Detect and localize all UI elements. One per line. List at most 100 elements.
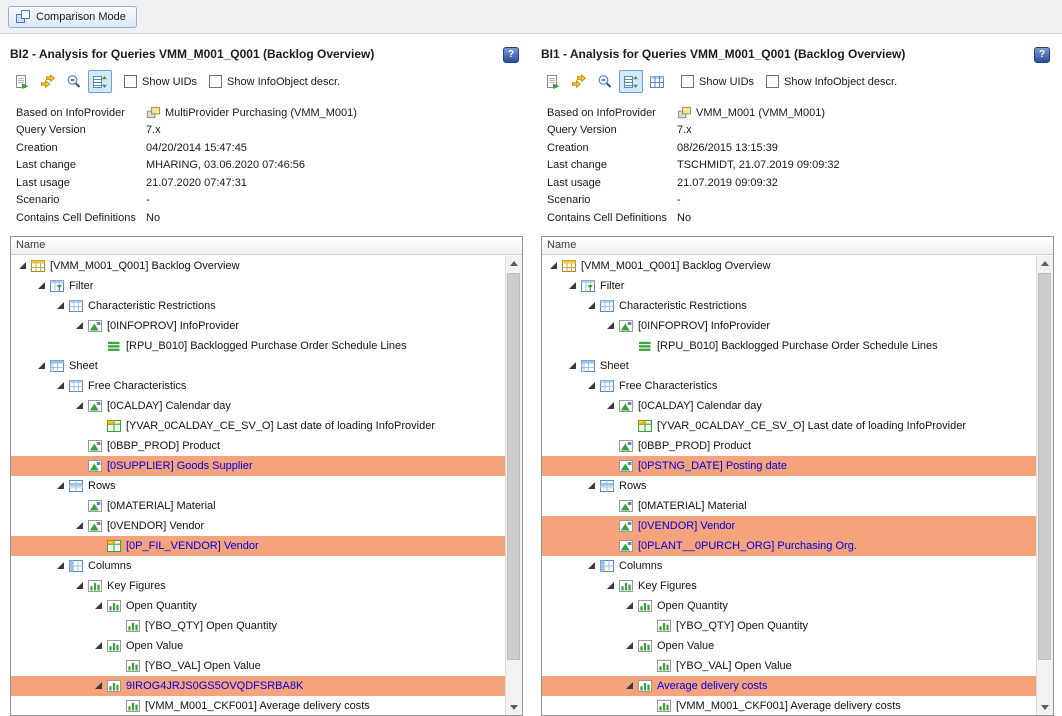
expand-collapse-icon[interactable] [54, 481, 67, 490]
tree-column-header[interactable]: Name [542, 237, 1053, 255]
expand-collapse-icon[interactable] [585, 301, 598, 310]
show-uids-checkbox[interactable]: Show UIDs [681, 75, 754, 88]
tree-item[interactable]: [VMM_M001_CKF001] Average delivery costs [11, 696, 505, 716]
show-infoobject-descr-checkbox[interactable]: Show InfoObject descr. [766, 75, 897, 88]
expand-subtree-icon[interactable] [619, 70, 643, 93]
tree-item[interactable]: [0PLANT__0PURCH_ORG] Purchasing Org. [542, 536, 1036, 556]
tree-item[interactable]: [YVAR_0CALDAY_CE_SV_O] Last date of load… [11, 416, 505, 436]
tree-item[interactable]: [0BBP_PROD] Product [11, 436, 505, 456]
tree-item[interactable]: Open Quantity [11, 596, 505, 616]
vertical-scrollbar[interactable] [1036, 256, 1053, 716]
tree-item[interactable]: [0MATERIAL] Material [542, 496, 1036, 516]
tree-item[interactable]: Average delivery costs [542, 676, 1036, 696]
expand-collapse-icon[interactable] [73, 581, 86, 590]
grid-display-icon[interactable] [645, 70, 669, 93]
tree-item[interactable]: [0SUPPLIER] Goods Supplier [11, 456, 505, 476]
expand-collapse-icon[interactable] [547, 261, 560, 270]
scroll-down-button[interactable] [506, 699, 522, 715]
tree-item[interactable]: Free Characteristics [11, 376, 505, 396]
expand-collapse-icon[interactable] [623, 681, 636, 690]
tree-item[interactable]: Sheet [542, 356, 1036, 376]
tree-column-header[interactable]: Name [11, 237, 522, 255]
checkbox-box[interactable] [124, 75, 137, 88]
zoom-out-icon[interactable] [62, 70, 86, 93]
tree-item[interactable]: [RPU_B010] Backlogged Purchase Order Sch… [542, 336, 1036, 356]
tree-item[interactable]: [YVAR_0CALDAY_CE_SV_O] Last date of load… [542, 416, 1036, 436]
expand-collapse-icon[interactable] [585, 381, 598, 390]
expand-collapse-icon[interactable] [73, 521, 86, 530]
checkbox-box[interactable] [681, 75, 694, 88]
tree-item[interactable]: [0INFOPROV] InfoProvider [542, 316, 1036, 336]
tree-item[interactable]: [YBO_VAL] Open Value [542, 656, 1036, 676]
tree-item[interactable]: [VMM_M001_Q001] Backlog Overview [11, 256, 505, 276]
expand-collapse-icon[interactable] [604, 321, 617, 330]
tree-item[interactable]: Key Figures [11, 576, 505, 596]
help-button[interactable]: ? [503, 47, 519, 63]
expand-collapse-icon[interactable] [54, 561, 67, 570]
tree-item[interactable]: Characteristic Restrictions [11, 296, 505, 316]
open-query-icon[interactable] [541, 70, 565, 93]
expand-collapse-icon[interactable] [54, 381, 67, 390]
tree-item[interactable]: [0MATERIAL] Material [11, 496, 505, 516]
expand-collapse-icon[interactable] [585, 561, 598, 570]
scrollbar-thumb[interactable] [1038, 273, 1051, 661]
tree-item[interactable]: [0CALDAY] Calendar day [542, 396, 1036, 416]
tree-item[interactable]: Open Value [11, 636, 505, 656]
tree-item[interactable]: [0VENDOR] Vendor [11, 516, 505, 536]
tree-item[interactable]: Key Figures [542, 576, 1036, 596]
tree-item[interactable]: Rows [11, 476, 505, 496]
tree-item[interactable]: Open Value [542, 636, 1036, 656]
checkbox-box[interactable] [209, 75, 222, 88]
tree-item[interactable]: Sheet [11, 356, 505, 376]
scrollbar-thumb[interactable] [507, 273, 520, 661]
tree-item[interactable]: [0INFOPROV] InfoProvider [11, 316, 505, 336]
scroll-down-button[interactable] [1037, 699, 1053, 715]
expand-collapse-icon[interactable] [623, 601, 636, 610]
comparison-mode-button[interactable]: Comparison Mode [8, 6, 137, 28]
tree-item[interactable]: Rows [542, 476, 1036, 496]
tree-item[interactable]: Open Quantity [542, 596, 1036, 616]
expand-collapse-icon[interactable] [54, 301, 67, 310]
tree-item[interactable]: [VMM_M001_CKF001] Average delivery costs [542, 696, 1036, 716]
tree-item[interactable]: [0CALDAY] Calendar day [11, 396, 505, 416]
show-uids-checkbox[interactable]: Show UIDs [124, 75, 197, 88]
tree-item[interactable]: 9IROG4JRJS0GS5OVQDFSRBA8K [11, 676, 505, 696]
expand-collapse-icon[interactable] [73, 401, 86, 410]
expand-collapse-icon[interactable] [585, 481, 598, 490]
expand-collapse-icon[interactable] [604, 581, 617, 590]
expand-collapse-icon[interactable] [35, 281, 48, 290]
tree-item[interactable]: Filter [542, 276, 1036, 296]
open-query-icon[interactable] [10, 70, 34, 93]
scroll-up-button[interactable] [506, 256, 522, 272]
transfer-icon[interactable] [36, 70, 60, 93]
checkbox-box[interactable] [766, 75, 779, 88]
scroll-up-button[interactable] [1037, 256, 1053, 272]
tree-item[interactable]: [YBO_QTY] Open Quantity [11, 616, 505, 636]
expand-collapse-icon[interactable] [73, 321, 86, 330]
tree-item[interactable]: [YBO_VAL] Open Value [11, 656, 505, 676]
tree-item[interactable]: Columns [11, 556, 505, 576]
expand-collapse-icon[interactable] [623, 641, 636, 650]
tree-item[interactable]: [RPU_B010] Backlogged Purchase Order Sch… [11, 336, 505, 356]
vertical-scrollbar[interactable] [505, 256, 522, 716]
expand-collapse-icon[interactable] [566, 281, 579, 290]
tree-item[interactable]: Characteristic Restrictions [542, 296, 1036, 316]
tree-item[interactable]: [0PSTNG_DATE] Posting date [542, 456, 1036, 476]
zoom-out-icon[interactable] [593, 70, 617, 93]
tree-item[interactable]: [0BBP_PROD] Product [542, 436, 1036, 456]
help-button[interactable]: ? [1034, 47, 1050, 63]
expand-collapse-icon[interactable] [35, 361, 48, 370]
expand-collapse-icon[interactable] [604, 401, 617, 410]
tree-item[interactable]: [VMM_M001_Q001] Backlog Overview [542, 256, 1036, 276]
tree-item[interactable]: Filter [11, 276, 505, 296]
expand-collapse-icon[interactable] [566, 361, 579, 370]
tree-item[interactable]: Free Characteristics [542, 376, 1036, 396]
tree-item[interactable]: Columns [542, 556, 1036, 576]
expand-collapse-icon[interactable] [92, 601, 105, 610]
tree-item[interactable]: [0VENDOR] Vendor [542, 516, 1036, 536]
transfer-icon[interactable] [567, 70, 591, 93]
expand-subtree-icon[interactable] [88, 70, 112, 93]
tree-item[interactable]: [YBO_QTY] Open Quantity [542, 616, 1036, 636]
tree-item[interactable]: [0P_FIL_VENDOR] Vendor [11, 536, 505, 556]
show-infoobject-descr-checkbox[interactable]: Show InfoObject descr. [209, 75, 340, 88]
